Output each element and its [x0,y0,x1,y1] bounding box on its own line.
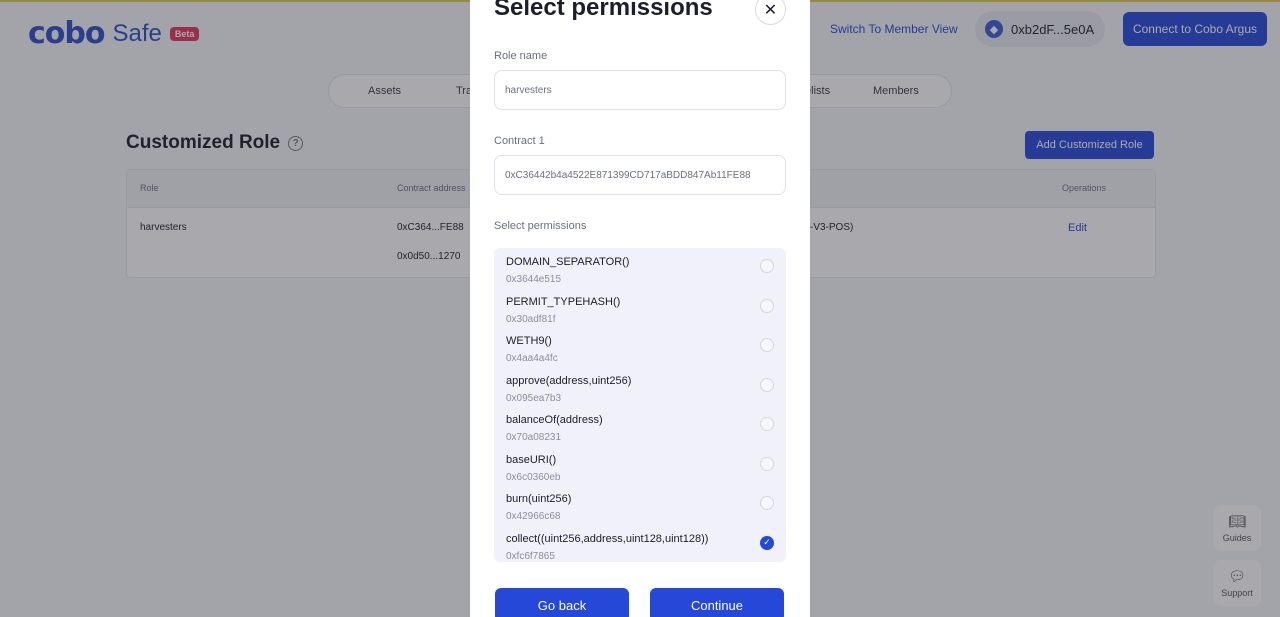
permission-selector: 0xfc6f7865 [506,550,555,562]
permission-selector: 0x3644e515 [506,274,562,285]
contract-address-input[interactable] [494,155,786,195]
contract-label: Contract 1 [494,135,545,147]
permission-name: balanceOf(address) [506,414,603,426]
permission-selector: 0x095ea7b3 [506,392,562,404]
permission-selector: 0x6c0360eb [506,471,561,483]
checkmark-icon[interactable]: ✓ [760,535,774,550]
permission-name: WETH9() [506,335,552,347]
permission-name: collect((uint256,address,uint128,uint128… [506,532,709,545]
permission-name: baseURI() [506,453,557,466]
permission-item[interactable]: PERMIT_TYPEHASH() 0x30adf81f [494,288,786,328]
permission-item[interactable]: baseURI() 0x6c0360eb [494,446,786,486]
permission-checkbox[interactable] [760,496,774,510]
permission-name: approve(address,uint256) [506,374,632,387]
permission-checkbox[interactable] [760,417,774,431]
select-permissions-modal: Select permissions ✕ Role name Contract … [470,0,810,617]
permission-item[interactable]: DOMAIN_SEPARATOR() 0x3644e515 [494,248,786,288]
permission-checkbox[interactable] [760,338,774,352]
role-name-label: Role name [494,50,548,62]
permission-item[interactable]: balanceOf(address) 0x70a08231 [494,406,786,446]
permissions-list[interactable]: DOMAIN_SEPARATOR() 0x3644e515 PERMIT_TYP… [494,248,786,562]
permission-item[interactable]: burn(uint256) 0x42966c68 [494,485,786,525]
close-icon[interactable]: ✕ [755,0,786,25]
permission-item[interactable]: approve(address,uint256) 0x095ea7b3 [494,367,786,407]
permission-name: DOMAIN_SEPARATOR() [506,256,630,268]
permission-checkbox[interactable] [760,377,774,392]
permission-selector: 0x4aa4a4fc [506,353,558,364]
role-name-input[interactable] [494,70,786,110]
permission-selector: 0x42966c68 [506,511,561,522]
permission-item[interactable]: collect((uint256,address,uint128,uint128… [494,525,786,563]
permission-checkbox[interactable] [760,456,774,471]
permission-item[interactable]: WETH9() 0x4aa4a4fc [494,327,786,367]
permission-name: PERMIT_TYPEHASH() [506,295,621,308]
modal-title: Select permissions [494,0,713,21]
go-back-button[interactable]: Go back [495,588,629,617]
permission-name: burn(uint256) [506,493,572,505]
permission-checkbox[interactable] [760,298,774,313]
permission-selector: 0x70a08231 [506,432,562,443]
permissions-label: Select permissions [494,220,587,232]
permission-checkbox[interactable] [760,259,774,273]
permission-selector: 0x30adf81f [506,313,556,325]
continue-button[interactable]: Continue [650,588,784,617]
